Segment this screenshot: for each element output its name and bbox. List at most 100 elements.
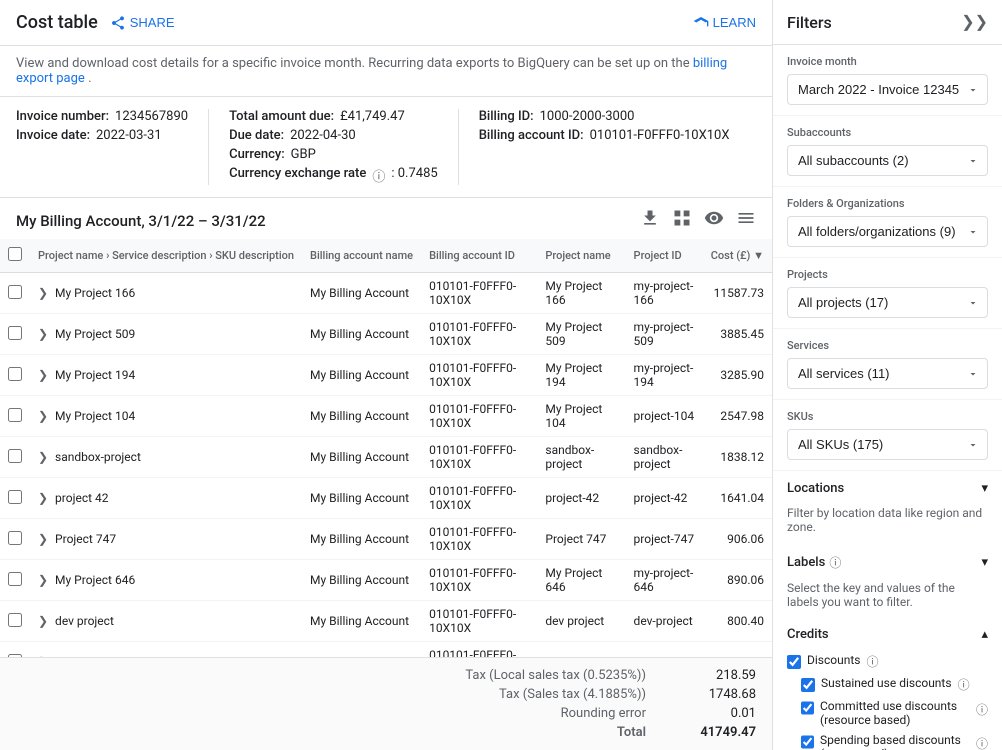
table-row: ❯ My Project 646 My Billing Account 0101…: [0, 560, 772, 601]
expand-btn-0[interactable]: ❯: [38, 286, 48, 300]
cost-table: Project name › Service description › SKU…: [0, 239, 772, 657]
col-billing-id: Billing account ID: [421, 239, 537, 273]
summary-section: Tax (Local sales tax (0.5235%)) 218.59 T…: [0, 657, 772, 750]
services-select[interactable]: All services (11): [787, 358, 988, 389]
labels-section-header[interactable]: Labels ⓘ ▾: [773, 544, 1002, 581]
col-project: Project name: [537, 239, 625, 273]
labels-help-icon[interactable]: ⓘ: [829, 554, 841, 571]
expand-btn-2[interactable]: ❯: [38, 368, 48, 382]
due-date-row: Due date: 2022-04-30: [229, 128, 438, 143]
folders-select[interactable]: All folders/organizations (9): [787, 216, 988, 247]
select-all-header: [0, 239, 30, 273]
expand-btn-4[interactable]: ❯: [38, 450, 48, 464]
spending-help-icon[interactable]: ⓘ: [976, 735, 988, 750]
summary-row: Tax (Local sales tax (0.5235%)) 218.59: [16, 666, 756, 685]
expand-btn-6[interactable]: ❯: [38, 532, 48, 546]
row-checkbox-8[interactable]: [8, 613, 22, 627]
projects-filter: Projects All projects (17): [773, 258, 1002, 329]
table-row: ❯ My Project 166 My Billing Account 0101…: [0, 273, 772, 314]
committed-help-icon[interactable]: ⓘ: [976, 701, 988, 718]
expand-btn-7[interactable]: ❯: [38, 573, 48, 587]
subaccounts-select[interactable]: All subaccounts (2): [787, 145, 988, 176]
learn-button[interactable]: LEARN: [693, 15, 756, 31]
expand-btn-5[interactable]: ❯: [38, 491, 48, 505]
page-title: Cost table: [16, 12, 98, 33]
collapse-sidebar-button[interactable]: ❯❯: [961, 12, 988, 32]
table-row: ❯ Project 10 My Billing Account 010101-F…: [0, 642, 772, 658]
table-actions: [640, 208, 756, 233]
table-row: ❯ project 42 My Billing Account 010101-F…: [0, 478, 772, 519]
summary-row: Rounding error 0.01: [16, 704, 756, 723]
row-checkbox-0[interactable]: [8, 285, 22, 299]
sidebar-header: Filters ❯❯: [773, 0, 1002, 45]
spending-based-checkbox[interactable]: [801, 735, 814, 749]
discounts-row: Discounts ⓘ: [773, 650, 1002, 673]
exchange-rate-row: Currency exchange rate ⓘ : 0.7485: [229, 166, 438, 185]
download-icon[interactable]: [640, 208, 660, 233]
row-checkbox-3[interactable]: [8, 408, 22, 422]
sidebar-filters: Filters ❯❯ Invoice month March 2022 - In…: [772, 0, 1002, 750]
expand-btn-3[interactable]: ❯: [38, 409, 48, 423]
discounts-help-icon[interactable]: ⓘ: [866, 653, 878, 670]
locations-section-header[interactable]: Locations ▾: [773, 471, 1002, 506]
discounts-checkbox[interactable]: [787, 655, 801, 669]
row-checkbox-6[interactable]: [8, 531, 22, 545]
row-checkbox-4[interactable]: [8, 449, 22, 463]
summary-row: Total 41749.47: [16, 723, 756, 742]
share-icon: [110, 15, 126, 31]
invoice-col-right: Billing ID: 1000-2000-3000 Billing accou…: [458, 109, 730, 185]
invoice-col-mid: Total amount due: £41,749.47 Due date: 2…: [208, 109, 438, 185]
credits-header[interactable]: Credits ▴: [773, 619, 1002, 650]
table-row: ❯ Project 747 My Billing Account 010101-…: [0, 519, 772, 560]
description: View and download cost details for a spe…: [0, 46, 772, 97]
invoice-month-filter: Invoice month March 2022 - Invoice 12345…: [773, 45, 1002, 116]
expand-btn-8[interactable]: ❯: [38, 614, 48, 628]
invoice-number-row: Invoice number: 1234567890: [16, 109, 188, 124]
committed-use-checkbox[interactable]: [801, 701, 814, 715]
folders-filter: Folders & Organizations All folders/orga…: [773, 187, 1002, 258]
skus-select[interactable]: All SKUs (175): [787, 429, 988, 460]
table-row: ❯ My Project 104 My Billing Account 0101…: [0, 396, 772, 437]
labels-collapse-icon: ▾: [981, 555, 988, 570]
locations-collapse-icon: ▾: [981, 481, 988, 496]
spending-based-row: Spending based discounts (contractual) ⓘ: [773, 730, 1002, 750]
table-title: My Billing Account, 3/1/22 – 3/31/22: [16, 212, 266, 230]
header-left: Cost table SHARE: [16, 12, 175, 33]
row-checkbox-7[interactable]: [8, 572, 22, 586]
locations-subsection: Filter by location data like region and …: [773, 506, 1002, 544]
credits-section: Credits ▴ Discounts ⓘ Sustained use disc…: [773, 619, 1002, 750]
col-project-name: Project name › Service description › SKU…: [30, 239, 302, 273]
visibility-icon[interactable]: [704, 208, 724, 233]
skus-filter: SKUs All SKUs (175): [773, 400, 1002, 471]
row-checkbox-2[interactable]: [8, 367, 22, 381]
row-checkbox-1[interactable]: [8, 326, 22, 340]
services-filter: Services All services (11): [773, 329, 1002, 400]
learn-icon: [693, 15, 709, 31]
select-all-checkbox[interactable]: [8, 247, 22, 261]
billing-account-row: Billing account ID: 010101-F0FFF0-10X10X: [479, 128, 730, 143]
table-header-bar: My Billing Account, 3/1/22 – 3/31/22: [0, 198, 772, 239]
invoice-col-left: Invoice number: 1234567890 Invoice date:…: [16, 109, 188, 185]
table-section: My Billing Account, 3/1/22 – 3/31/22: [0, 198, 772, 657]
invoice-month-select[interactable]: March 2022 - Invoice 1234567890: [787, 74, 988, 105]
invoice-info: Invoice number: 1234567890 Invoice date:…: [0, 97, 772, 198]
expand-btn-1[interactable]: ❯: [38, 327, 48, 341]
help-icon[interactable]: ⓘ: [372, 166, 385, 185]
main-content: Cost table SHARE LEARN View and download…: [0, 0, 772, 750]
sustained-use-checkbox[interactable]: [801, 678, 815, 692]
table-row: ❯ sandbox-project My Billing Account 010…: [0, 437, 772, 478]
col-cost[interactable]: Cost (£) ▼: [703, 239, 772, 273]
committed-use-row: Committed use discounts (resource based)…: [773, 696, 1002, 730]
header: Cost table SHARE LEARN: [0, 0, 772, 46]
sustained-help-icon[interactable]: ⓘ: [958, 676, 970, 693]
filters-title: Filters: [787, 13, 832, 32]
subaccounts-filter: Subaccounts All subaccounts (2): [773, 116, 1002, 187]
summary-rows: Tax (Local sales tax (0.5235%)) 218.59 T…: [16, 666, 756, 742]
summary-row: Tax (Sales tax (4.1885%)) 1748.68: [16, 685, 756, 704]
table-view-icon[interactable]: [672, 208, 692, 233]
projects-select[interactable]: All projects (17): [787, 287, 988, 318]
row-checkbox-5[interactable]: [8, 490, 22, 504]
share-button[interactable]: SHARE: [110, 15, 175, 31]
sustained-use-row: Sustained use discounts ⓘ: [773, 673, 1002, 696]
column-settings-icon[interactable]: [736, 208, 756, 233]
